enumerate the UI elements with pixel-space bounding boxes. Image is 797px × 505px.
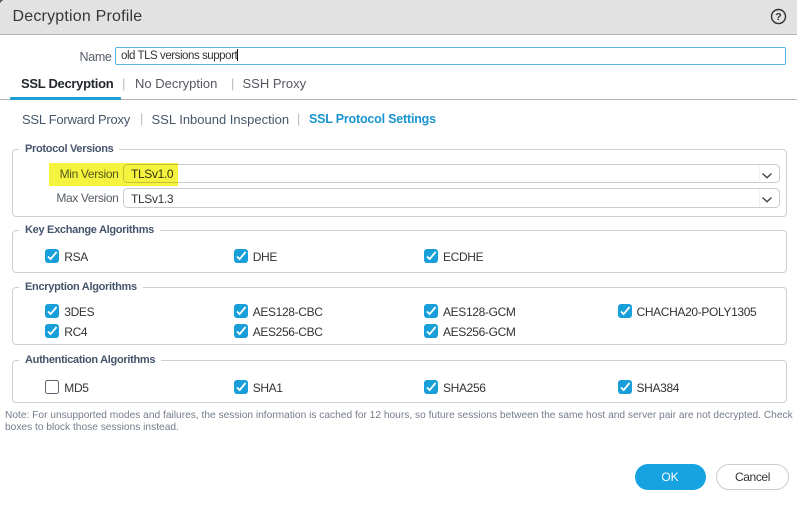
svg-text:?: ? bbox=[775, 11, 781, 23]
